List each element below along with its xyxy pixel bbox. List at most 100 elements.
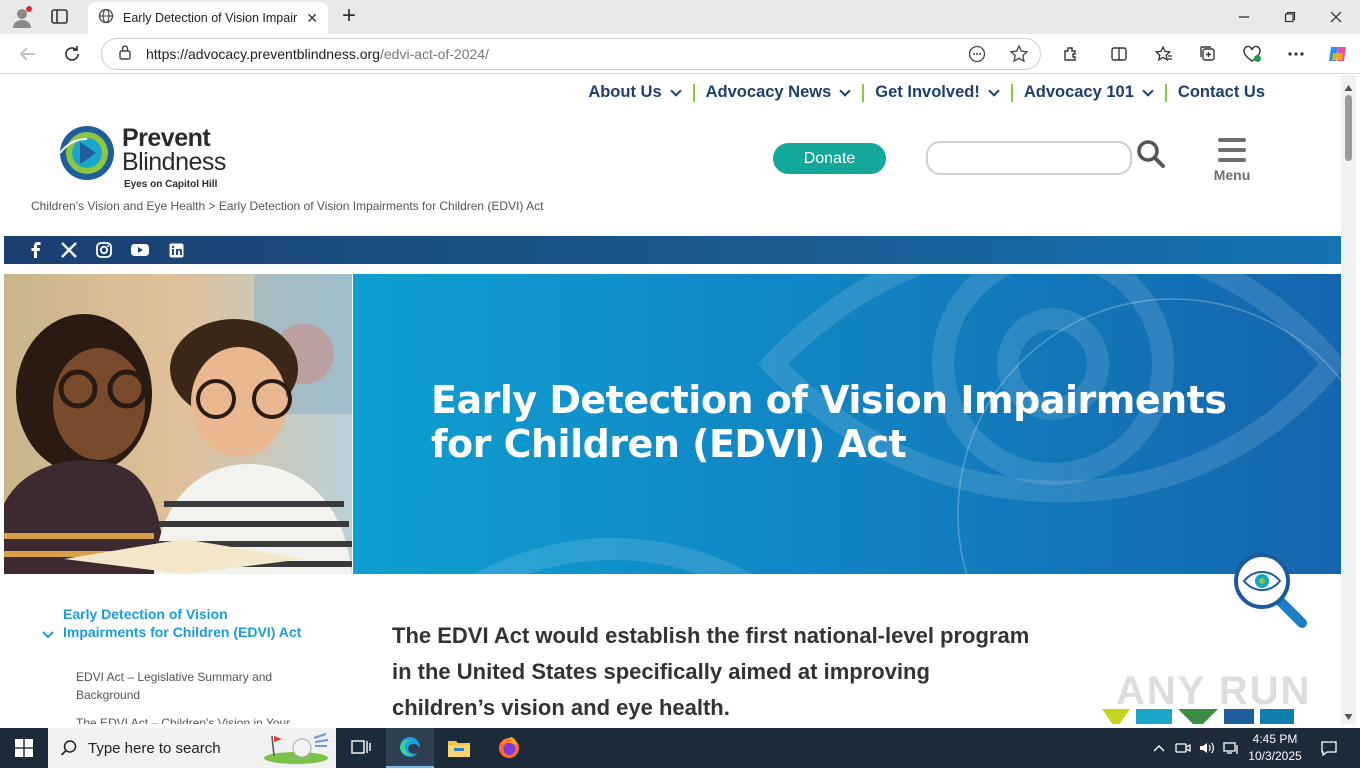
windows-taskbar: Type here to search 4:45 PM 10/3/2025 — [0, 728, 1360, 768]
hero-banner: Early Detection of Vision Impairments fo… — [353, 274, 1341, 574]
hero-photo-children-reading — [4, 274, 352, 574]
menu-label[interactable]: Menu — [1206, 167, 1258, 183]
linkedin-icon[interactable] — [166, 240, 186, 260]
task-view-icon[interactable] — [340, 728, 382, 768]
split-screen-icon[interactable] — [1105, 40, 1133, 68]
chevron-down-icon — [669, 84, 682, 97]
youtube-icon[interactable] — [130, 240, 150, 260]
back-icon[interactable] — [14, 40, 42, 68]
chevron-down-icon — [988, 84, 1000, 97]
close-window-icon[interactable] — [1313, 0, 1359, 34]
scrollbar-thumb[interactable] — [1345, 95, 1352, 161]
url-host: https://advocacy.preventblindness.org — [146, 46, 380, 62]
url-path: /edvi-act-of-2024/ — [380, 46, 489, 62]
page-scrollbar[interactable] — [1341, 75, 1356, 724]
copilot-icon[interactable] — [1324, 40, 1352, 68]
nav-separator — [1010, 83, 1013, 102]
favorites-icon[interactable] — [1150, 40, 1178, 68]
nav-separator — [862, 83, 865, 102]
search-icon[interactable] — [1136, 139, 1166, 169]
chevron-down-icon — [1142, 84, 1154, 97]
extensions-icon[interactable] — [1057, 40, 1085, 68]
collections-icon[interactable] — [1194, 40, 1222, 68]
nav-separator — [692, 83, 695, 102]
browser-tab-active[interactable]: Early Detection of Vision Impairm ✕ — [88, 2, 328, 34]
tab-actions-icon[interactable] — [50, 8, 70, 26]
minimize-icon[interactable] — [1221, 0, 1267, 34]
sidebar-subitem-legislative-summary[interactable]: EDVI Act – Legislative Summary and Backg… — [76, 668, 306, 704]
favorite-star-icon[interactable] — [1009, 44, 1029, 69]
taskbar-clock[interactable]: 4:45 PM 10/3/2025 — [1244, 731, 1306, 765]
page-viewport: About Us Advocacy News Get Involved! Adv… — [4, 75, 1341, 724]
facebook-icon[interactable] — [26, 240, 46, 260]
nav-get-involved-label: Get Involved! — [875, 83, 980, 101]
nav-about-us[interactable]: About Us — [588, 83, 682, 102]
nav-separator — [1164, 83, 1167, 102]
tab-title: Early Detection of Vision Impairm — [123, 11, 299, 25]
site-info-lock-icon[interactable] — [118, 44, 132, 65]
anyrun-watermark: ANY RUN — [1116, 669, 1312, 713]
taskbar-edge-icon[interactable] — [386, 728, 434, 768]
browser-tab-strip: Early Detection of Vision Impairm ✕ + — [0, 0, 1360, 34]
firefox-icon[interactable] — [486, 728, 532, 768]
address-url: https://advocacy.preventblindness.org/ed… — [146, 46, 489, 62]
social-bar — [4, 236, 1341, 264]
file-explorer-icon[interactable] — [436, 728, 482, 768]
site-search-input[interactable] — [926, 141, 1132, 175]
nav-contact-us-label: Contact Us — [1177, 83, 1265, 101]
close-tab-icon[interactable]: ✕ — [306, 10, 318, 27]
hero-title: Early Detection of Vision Impairments fo… — [431, 378, 1227, 466]
lead-paragraph: The EDVI Act would establish the first n… — [392, 623, 1030, 720]
donate-button[interactable]: Donate — [773, 143, 886, 174]
address-bar[interactable]: https://advocacy.preventblindness.org/ed… — [101, 38, 1041, 70]
more-options-icon[interactable] — [1282, 40, 1310, 68]
show-hidden-icons-chevron-icon[interactable] — [1148, 728, 1170, 768]
breadcrumb-parent-link[interactable]: Children's Vision and Eye Health — [31, 199, 205, 213]
hero-section: Early Detection of Vision Impairments fo… — [4, 274, 1341, 574]
logo-tagline: Eyes on Capitol Hill — [124, 179, 218, 190]
profile-icon[interactable] — [10, 5, 34, 29]
read-aloud-icon[interactable] — [968, 45, 986, 68]
breadcrumb-separator: > — [205, 199, 219, 213]
restore-icon[interactable] — [1267, 0, 1313, 34]
logo-name-line1: Prevent — [122, 124, 211, 152]
breadcrumb-current: Early Detection of Vision Impairments fo… — [218, 199, 544, 213]
globe-icon — [98, 8, 114, 29]
sidebar-chevron-down-icon[interactable] — [42, 627, 54, 639]
network-icon[interactable] — [1220, 728, 1242, 768]
logo-name-line2: Blindness — [122, 148, 226, 176]
meet-now-icon[interactable] — [1172, 728, 1194, 768]
top-navigation: About Us Advocacy News Get Involved! Adv… — [588, 83, 1265, 102]
reload-icon[interactable] — [58, 40, 86, 68]
nav-advocacy-news[interactable]: Advocacy News — [706, 83, 852, 102]
x-icon[interactable] — [59, 240, 79, 260]
windows-start-icon[interactable] — [0, 728, 48, 768]
nav-get-involved[interactable]: Get Involved! — [875, 83, 1000, 102]
notifications-icon[interactable] — [1314, 728, 1344, 768]
browser-essentials-icon[interactable] — [1238, 40, 1266, 68]
clock-date: 10/3/2025 — [1248, 749, 1302, 763]
search-highlight-golf-icon — [262, 732, 330, 769]
logo-eye-icon — [59, 126, 114, 180]
nav-advocacy-101-label: Advocacy 101 — [1023, 83, 1134, 101]
nav-advocacy-news-label: Advocacy News — [705, 83, 832, 101]
sidebar-subitem-childrens-vision[interactable]: The EDVI Act – Children's Vision in Your — [76, 714, 306, 724]
instagram-icon[interactable] — [94, 240, 114, 260]
chevron-down-icon — [839, 84, 851, 97]
nav-contact-us[interactable]: Contact Us — [1178, 83, 1265, 102]
nav-about-us-label: About Us — [588, 83, 662, 101]
breadcrumb: Children's Vision and Eye Health > Early… — [31, 199, 543, 213]
scroll-down-arrow-icon[interactable] — [1344, 708, 1353, 720]
sidebar-item-edvi-act[interactable]: Early Detection of Vision Impairments fo… — [63, 605, 303, 641]
new-tab-button[interactable]: + — [338, 3, 360, 29]
nav-advocacy-101[interactable]: Advocacy 101 — [1024, 83, 1154, 102]
taskbar-search-box[interactable]: Type here to search — [48, 728, 336, 768]
hamburger-menu-icon[interactable] — [1218, 137, 1246, 163]
site-logo[interactable]: Prevent Blindness Eyes on Capitol Hill — [58, 123, 238, 193]
taskbar-search-placeholder: Type here to search — [88, 739, 221, 757]
volume-icon[interactable] — [1196, 728, 1218, 768]
taskbar-search-icon — [60, 739, 78, 762]
clock-time: 4:45 PM — [1252, 732, 1298, 746]
magnifier-eye-icon[interactable] — [1230, 551, 1312, 631]
scroll-up-arrow-icon[interactable] — [1344, 79, 1353, 91]
